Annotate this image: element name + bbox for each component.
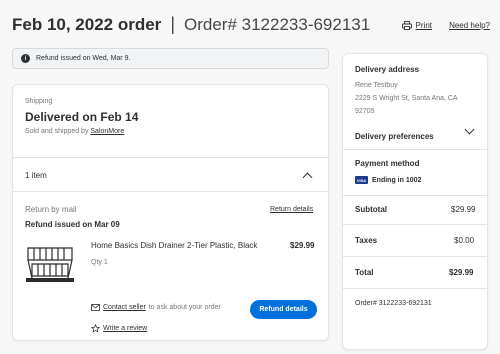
contact-seller-link[interactable]: Contact seller	[103, 304, 146, 311]
taxes-label: Taxes	[355, 236, 378, 245]
sold-by-prefix: Sold and shipped by	[25, 128, 89, 135]
visa-card-icon: VISA	[355, 176, 368, 184]
title-separator: |	[170, 14, 175, 34]
address-zip: 92705	[355, 108, 375, 115]
chevron-up-icon	[302, 172, 313, 183]
footer-order-number: Order# 3122233-692131	[355, 300, 432, 307]
divider	[13, 191, 328, 192]
write-review-row[interactable]: Write a review	[91, 324, 147, 333]
product-image	[26, 247, 74, 282]
recipient-name: Rene Testbuy	[355, 82, 398, 89]
address-street: 2229 S Wright St, Santa Ana, CA	[355, 95, 458, 102]
chevron-down-icon	[464, 124, 475, 135]
product-name[interactable]: Home Basics Dish Drainer 2-Tier Plastic,…	[91, 241, 266, 250]
order-number: Order# 3122233-692131	[184, 15, 371, 34]
star-icon	[91, 324, 100, 333]
divider	[343, 149, 487, 150]
delivery-status: Delivered on Feb 14	[25, 110, 139, 124]
refund-notice-text: Refund issued on Wed, Mar 9.	[36, 55, 131, 62]
product-price: $29.99	[290, 241, 315, 250]
card-ending: Ending in 1002	[372, 176, 422, 184]
return-details-link[interactable]: Return details	[270, 206, 313, 213]
total-label: Total	[355, 268, 374, 277]
delivery-preferences-label: Delivery preferences	[355, 132, 434, 141]
total-value: $29.99	[449, 268, 474, 277]
taxes-value: $0.00	[454, 236, 475, 245]
divider	[343, 195, 487, 196]
page-title: Feb 10, 2022 order	[12, 15, 162, 34]
print-label: Print	[415, 21, 432, 30]
refund-status: Refund issued on Mar 09	[25, 220, 120, 229]
payment-method-title: Payment method	[355, 159, 420, 168]
printer-icon	[401, 21, 412, 30]
contact-seller-suffix: to ask about your order	[148, 304, 221, 311]
subtotal-label: Subtotal	[355, 205, 387, 214]
info-icon: i	[21, 54, 30, 63]
shipping-label: Shipping	[25, 98, 53, 105]
divider	[343, 288, 487, 289]
sold-by-line: Sold and shipped by SalonMore	[25, 128, 124, 135]
payment-card-row: VISA Ending in 1002	[355, 176, 421, 184]
print-button[interactable]: Print	[401, 21, 432, 30]
subtotal-value: $29.99	[451, 205, 476, 214]
product-qty: Qty 1	[91, 259, 108, 266]
refund-notice: i Refund issued on Wed, Mar 9.	[12, 48, 329, 69]
contact-seller-row: Contact seller to ask about your order	[91, 304, 221, 311]
return-method: Return by mail	[25, 205, 77, 214]
refund-details-button[interactable]: Refund details	[250, 300, 317, 319]
divider	[13, 157, 328, 158]
seller-link[interactable]: SalonMore	[90, 128, 124, 135]
divider	[343, 256, 487, 257]
page-header: Feb 10, 2022 order | Order# 3122233-6921…	[12, 14, 370, 35]
divider	[343, 224, 487, 225]
mail-icon	[91, 304, 100, 311]
item-count: 1 item	[25, 171, 47, 180]
collapse-items-button[interactable]	[302, 172, 313, 183]
delivery-preferences-toggle[interactable]: Delivery preferences	[355, 124, 475, 141]
delivery-address-title: Delivery address	[355, 65, 420, 74]
need-help-link[interactable]: Need help?	[449, 21, 490, 30]
write-review-link: Write a review	[103, 325, 148, 332]
